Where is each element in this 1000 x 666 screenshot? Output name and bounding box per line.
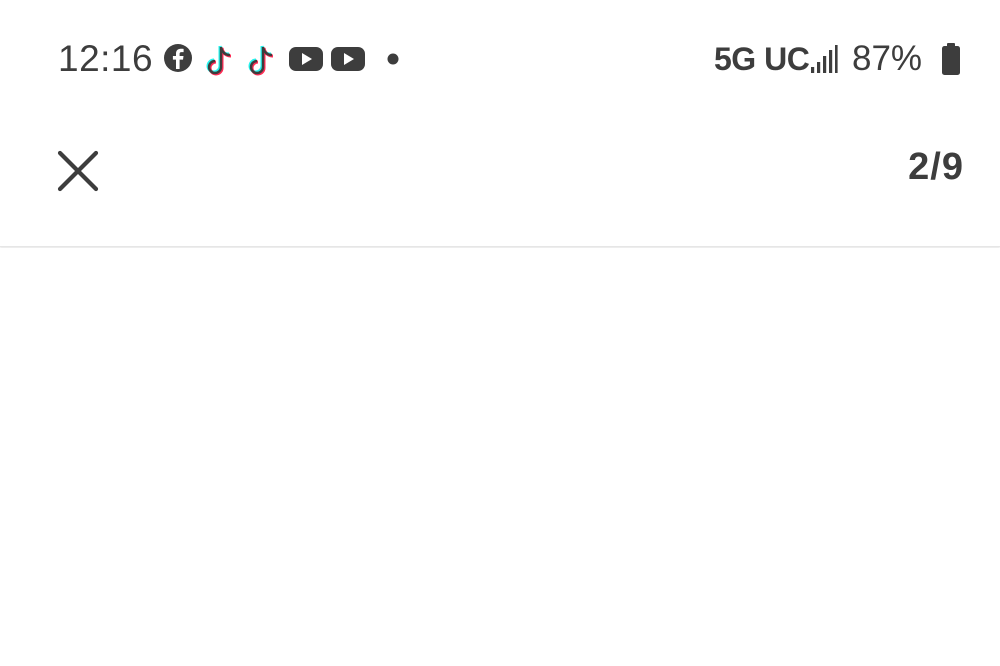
battery-percent: 87% [852,39,923,78]
network-type: 5G UC [714,41,810,77]
youtube-icon [289,47,323,71]
app-bar: 2/9 [0,120,1000,247]
battery-icon [942,43,960,75]
youtube-icon [331,47,365,71]
more-dot-icon [387,53,399,65]
content-area [0,248,1000,666]
tiktok-icon [248,45,274,76]
signal-icon [811,45,838,73]
system-icons: 5G UC 87% [680,0,1000,120]
status-bar: 12:16 5G UC 87% [0,0,1000,120]
page-counter: 2/9 [908,146,964,188]
tiktok-icon [206,45,232,76]
status-time: 12:16 [58,38,154,79]
close-button[interactable] [44,137,112,205]
facebook-icon [164,44,192,72]
close-icon [57,150,99,192]
